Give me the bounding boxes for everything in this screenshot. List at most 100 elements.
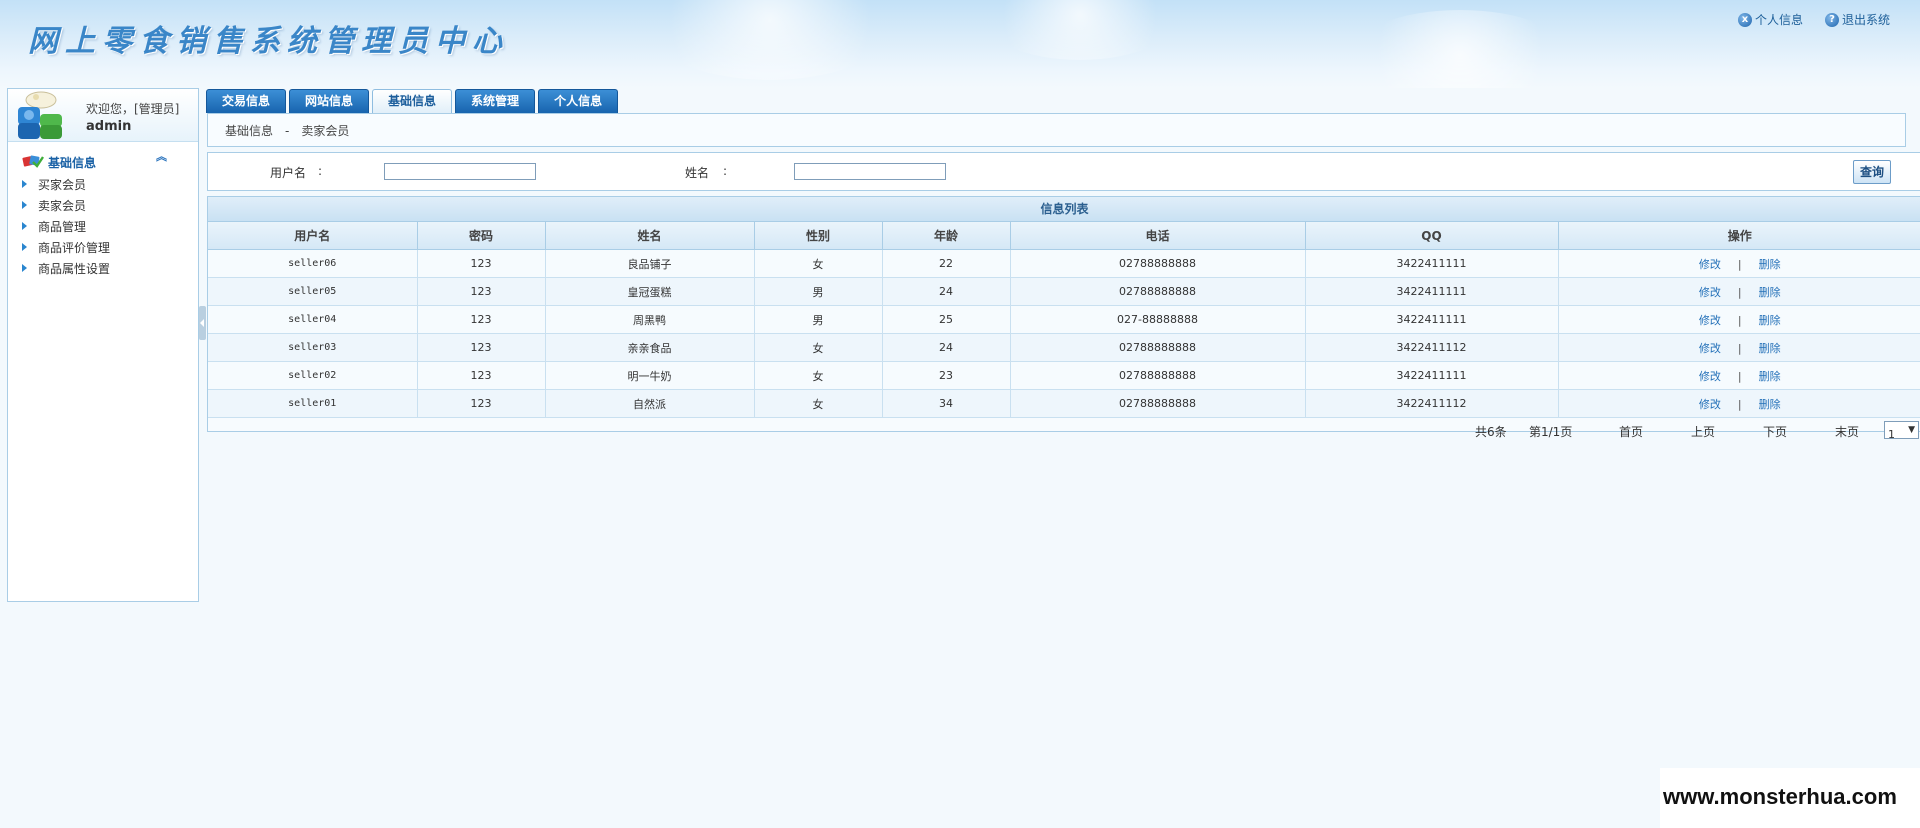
sidebar-item-label: 商品评价管理	[38, 241, 111, 255]
sidebar-item-seller-members[interactable]: 卖家会员	[8, 194, 198, 215]
cell-actions: 修改 | 删除	[1557, 249, 1920, 278]
logout-label: 退出系统	[1841, 13, 1890, 27]
last-page-link[interactable]: 末页	[1835, 423, 1859, 440]
user-box: 欢迎您，[管理员] admin	[8, 89, 198, 142]
action-separator: |	[1737, 257, 1742, 271]
cell-age: 34	[881, 389, 1011, 418]
cell-qq: 3422411111	[1304, 305, 1559, 334]
tab-personal-info[interactable]: 个人信息	[538, 89, 619, 113]
cell-qq: 3422411112	[1304, 389, 1559, 418]
name-colon: :	[723, 164, 728, 178]
edit-link[interactable]: 修改	[1699, 370, 1721, 383]
sidebar-toggle-handle[interactable]	[199, 306, 206, 340]
delete-link[interactable]: 删除	[1759, 342, 1781, 355]
cell-name: 周黑鸭	[544, 305, 755, 334]
cell-age: 24	[881, 277, 1011, 306]
delete-link[interactable]: 删除	[1759, 314, 1781, 327]
cell-password: 123	[416, 333, 546, 362]
cell-age: 25	[881, 305, 1011, 334]
cell-phone: 02788888888	[1009, 333, 1306, 362]
cell-password: 123	[416, 277, 546, 306]
tab-basic-info[interactable]: 基础信息	[372, 89, 453, 113]
page-select[interactable]: 1 ▼	[1884, 421, 1919, 441]
action-separator: |	[1737, 397, 1742, 411]
caret-right-icon	[22, 243, 27, 251]
welcome-text: 欢迎您，[管理员]	[86, 102, 180, 116]
table-row: seller03 123 亲亲食品 女 24 02788888888 34224…	[208, 333, 1920, 362]
cell-qq: 3422411111	[1304, 249, 1559, 278]
username-colon: :	[318, 164, 323, 178]
edit-link[interactable]: 修改	[1699, 258, 1721, 271]
sidebar-item-attribute-settings[interactable]: 商品属性设置	[8, 257, 198, 278]
cell-password: 123	[416, 361, 546, 390]
next-page-link[interactable]: 下页	[1763, 423, 1787, 440]
pagination: 共6条 第1/1页 首页 上页 下页 末页 1 ▼	[208, 418, 1920, 443]
nav-section-title: 基础信息	[48, 156, 97, 170]
cell-phone: 027-88888888	[1009, 305, 1306, 334]
sidebar-item-buyer-members[interactable]: 买家会员	[8, 173, 198, 194]
column-header: 姓名	[544, 222, 755, 250]
table-row: seller01 123 自然派 女 34 02788888888 342241…	[208, 389, 1920, 418]
cell-qq: 3422411111	[1304, 361, 1559, 390]
tab-website-info[interactable]: 网站信息	[289, 89, 370, 113]
sidebar-item-product-management[interactable]: 商品管理	[8, 215, 198, 236]
name-search-input[interactable]	[794, 163, 946, 180]
personal-info-link[interactable]: x 个人信息	[1737, 11, 1803, 28]
seller-table: 用户名 密码 姓名 性别 年龄 电话 QQ 操作 seller06 123 良品…	[208, 222, 1920, 418]
nav-section-basic-info[interactable]: 基础信息 ︽	[8, 151, 198, 173]
help-icon: ?	[1824, 12, 1839, 27]
cell-password: 123	[416, 389, 546, 418]
section-icon	[22, 155, 44, 168]
action-separator: |	[1737, 341, 1742, 355]
left-sidebar: 欢迎您，[管理员] admin 基础信息 ︽ 买家会员 卖家会员 商品管理 商品…	[7, 88, 199, 602]
top-links: x 个人信息 ? 退出系统	[1737, 11, 1890, 28]
caret-right-icon	[22, 180, 27, 188]
table-row: seller06 123 良品铺子 女 22 02788888888 34224…	[208, 249, 1920, 278]
column-header: 密码	[416, 222, 546, 250]
watermark-text: www.monsterhua.com	[1663, 784, 1897, 809]
cell-gender: 女	[753, 333, 883, 362]
delete-link[interactable]: 删除	[1759, 398, 1781, 411]
collapse-icon[interactable]: ︽	[156, 151, 167, 162]
tab-transaction-info[interactable]: 交易信息	[206, 89, 287, 113]
cell-qq: 3422411111	[1304, 277, 1559, 306]
header-banner: 网上零食销售系统管理员中心 x 个人信息 ? 退出系统	[0, 0, 1920, 88]
caret-right-icon	[22, 222, 27, 230]
first-page-link[interactable]: 首页	[1619, 423, 1643, 440]
edit-link[interactable]: 修改	[1699, 314, 1721, 327]
table-row: seller04 123 周黑鸭 男 25 027-88888888 34224…	[208, 305, 1920, 334]
cell-username: seller05	[208, 277, 418, 306]
cell-name: 自然派	[544, 389, 755, 418]
tab-system-management[interactable]: 系统管理	[455, 89, 536, 113]
cell-phone: 02788888888	[1009, 277, 1306, 306]
sidebar-item-label: 商品管理	[38, 220, 87, 234]
delete-link[interactable]: 删除	[1759, 370, 1781, 383]
username-search-input[interactable]	[384, 163, 536, 180]
system-title: 网上零食销售系统管理员中心	[28, 24, 509, 59]
cell-username: seller03	[208, 333, 418, 362]
edit-link[interactable]: 修改	[1699, 286, 1721, 299]
cell-phone: 02788888888	[1009, 361, 1306, 390]
cell-username: seller06	[208, 249, 418, 278]
column-header: 性别	[753, 222, 883, 250]
sidebar-item-review-management[interactable]: 商品评价管理	[8, 236, 198, 257]
logout-link[interactable]: ? 退出系统	[1824, 11, 1890, 28]
delete-link[interactable]: 删除	[1759, 286, 1781, 299]
query-button[interactable]: 查询	[1853, 160, 1891, 184]
banner-glow	[640, 0, 900, 80]
table-row: seller05 123 皇冠蛋糕 男 24 02788888888 34224…	[208, 277, 1920, 306]
search-panel: 用户名 : 姓名 : 查询	[207, 152, 1920, 191]
action-separator: |	[1737, 313, 1742, 327]
edit-link[interactable]: 修改	[1699, 398, 1721, 411]
avatar	[18, 91, 62, 139]
caret-right-icon	[22, 201, 27, 209]
cell-actions: 修改 | 删除	[1557, 361, 1920, 390]
cell-gender: 女	[753, 249, 883, 278]
delete-link[interactable]: 删除	[1759, 258, 1781, 271]
prev-page-link[interactable]: 上页	[1691, 423, 1715, 440]
edit-link[interactable]: 修改	[1699, 342, 1721, 355]
cell-gender: 男	[753, 305, 883, 334]
cell-phone: 02788888888	[1009, 249, 1306, 278]
cell-username: seller02	[208, 361, 418, 390]
sidebar-item-label: 卖家会员	[38, 199, 87, 213]
